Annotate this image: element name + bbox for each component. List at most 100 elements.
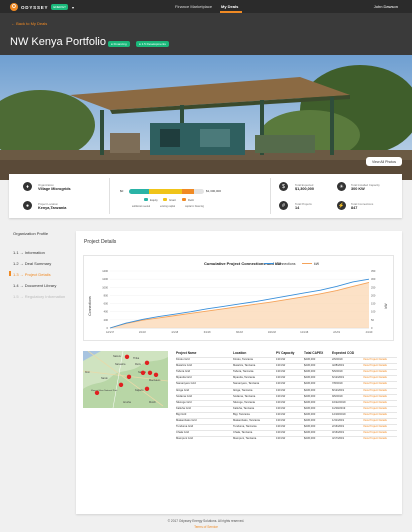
y-tick-label: 200 bbox=[104, 318, 109, 322]
logo-mark: O bbox=[10, 3, 18, 11]
sidebar-item-document-library[interactable]: 1.4 → Document Library bbox=[13, 283, 56, 288]
brand-logo[interactable]: O ODYSSEY ENERGY ▾ bbox=[10, 3, 74, 11]
table-cell: 7/8/2019 bbox=[332, 382, 343, 386]
view-project-details-link[interactable]: View Project Details bbox=[363, 358, 387, 361]
view-project-details-link[interactable]: View Project Details bbox=[363, 376, 387, 379]
view-project-details-link[interactable]: View Project Details bbox=[363, 370, 387, 373]
handshake-icon: ♦ bbox=[23, 182, 32, 191]
table-cell: Makambako Grid bbox=[176, 419, 197, 422]
y2-tick-label: 250 bbox=[371, 285, 376, 289]
sidebar-item-information[interactable]: 1.1 → Information bbox=[13, 250, 45, 255]
view-project-details-link[interactable]: View Project Details bbox=[363, 395, 387, 398]
map-label-kajiado: Kajiado bbox=[135, 389, 144, 392]
nav-my-deals[interactable]: My Deals bbox=[221, 4, 238, 9]
table-cell: 130 kW bbox=[276, 376, 286, 380]
table-cell: 10/22/2019 bbox=[332, 400, 346, 404]
table-cell: $236,000 bbox=[304, 364, 316, 368]
chevron-down-icon[interactable]: ▾ bbox=[72, 5, 74, 10]
col-expected-cod-header: Expected COD bbox=[332, 351, 355, 355]
view-project-details-link[interactable]: View Project Details bbox=[363, 389, 387, 392]
y2-axis-label: kW bbox=[384, 303, 388, 309]
table-cell: Sikonge Grid bbox=[176, 400, 192, 404]
top-navbar: O ODYSSEY ENERGY ▾ Finance Marketplace M… bbox=[0, 0, 412, 13]
x-tick-label: 6/1/18 bbox=[204, 331, 211, 334]
back-link[interactable]: ← Back to My Deals bbox=[11, 21, 47, 26]
table-cell: 3/16/2019 bbox=[332, 431, 344, 435]
table-cell: 130 kW bbox=[276, 412, 286, 416]
view-all-photos-button[interactable]: View All Photos bbox=[366, 157, 402, 166]
table-cell: $236,000 bbox=[304, 376, 316, 380]
map-label-machakos: Machakos bbox=[149, 379, 161, 382]
y2-tick-label: 200 bbox=[371, 293, 376, 297]
col-pv-capacity-header: PV Capacity bbox=[276, 351, 295, 355]
funding-segment-equity bbox=[129, 189, 150, 194]
table-cell: $236,000 bbox=[304, 425, 316, 429]
view-project-details-link[interactable]: View Project Details bbox=[363, 425, 387, 428]
table-cell: 4/28/2019 bbox=[332, 364, 344, 368]
table-cell: $236,000 bbox=[304, 412, 316, 416]
table-cell: 9/6/2019 bbox=[332, 394, 343, 398]
table-cell: Sikonge, Tanzania bbox=[233, 400, 255, 404]
nav-finance-marketplace[interactable]: Finance Marketplace bbox=[175, 4, 212, 9]
view-project-details-link[interactable]: View Project Details bbox=[363, 419, 387, 422]
y2-tick-label: 50 bbox=[371, 318, 374, 322]
map-label-maasai-mara: Maasai Mara National Park bbox=[91, 389, 118, 392]
y2-tick-label: 0 bbox=[371, 326, 373, 330]
table-cell: 130 kW bbox=[276, 382, 286, 386]
view-project-details-link[interactable]: View Project Details bbox=[363, 413, 387, 416]
table-cell: $236,000 bbox=[304, 370, 316, 374]
view-project-details-link[interactable]: View Project Details bbox=[363, 437, 387, 440]
view-project-details-link[interactable]: View Project Details bbox=[363, 364, 387, 367]
table-cell: 130 kW bbox=[276, 370, 286, 374]
table-cell: Mampuni, Tanzania bbox=[233, 437, 257, 441]
table-cell: $236,000 bbox=[304, 437, 316, 441]
table-cell: 130 kW bbox=[276, 364, 286, 368]
sidebar-item-regulatory-information: 1.5 → Regulatory Information bbox=[13, 294, 66, 299]
table-cell: $236,000 bbox=[304, 358, 316, 361]
map-label-narok: Narok bbox=[101, 377, 108, 380]
table-cell: 130 kW bbox=[276, 425, 286, 429]
divider bbox=[270, 178, 271, 214]
y-axis-label: Connections bbox=[88, 296, 92, 316]
table-cell: Tabora Grid bbox=[176, 370, 191, 374]
project-map[interactable]: Kisii Thika Ruiru Nairobi Machakos Kajia… bbox=[83, 351, 168, 408]
footer-copyright: © 2017 Odyssey Energy Solutions. All rig… bbox=[167, 519, 245, 523]
capex-value: $1,300,000 bbox=[295, 187, 315, 191]
user-menu[interactable]: John Dawson bbox=[374, 4, 398, 9]
table-cell: $236,000 bbox=[304, 382, 316, 386]
funding-bar-end: $1,300,000 bbox=[206, 189, 222, 193]
terms-of-service-link[interactable]: Terms of Service bbox=[0, 525, 412, 529]
connections-kw-chart: Cumulative Project Connections and kW Co… bbox=[88, 261, 388, 334]
y2-tick-label: 350 bbox=[371, 269, 376, 273]
view-project-details-link[interactable]: View Project Details bbox=[363, 401, 387, 404]
table-cell: 12/18/2019 bbox=[332, 412, 346, 416]
note-capital-in-financing: capital in financing bbox=[185, 206, 204, 208]
x-tick-label: 12/1/18 bbox=[300, 331, 309, 334]
col-location-header: Location bbox=[233, 351, 247, 355]
note-additional-needed: additional needed bbox=[132, 206, 151, 208]
map-label-arusha: Arusha bbox=[123, 401, 132, 404]
view-project-details-link[interactable]: View Project Details bbox=[363, 431, 387, 434]
active-item-marker bbox=[9, 271, 11, 276]
table-cell: Mampuni Grid bbox=[176, 437, 193, 441]
legend-grant: Grant bbox=[169, 198, 176, 202]
table-cell: Mwariza, Tanzania bbox=[233, 364, 256, 368]
table-cell: 130 kW bbox=[276, 419, 286, 422]
legend-equity: Equity bbox=[150, 198, 158, 202]
table-cell: $236,000 bbox=[304, 406, 316, 410]
table-cell: 130 kW bbox=[276, 388, 286, 392]
funding-progress-bar bbox=[129, 189, 204, 194]
table-cell: 1/31/2019 bbox=[332, 419, 344, 422]
y2-tick-label: 150 bbox=[371, 302, 376, 306]
sidebar-item-project-details[interactable]: 1.3 → Project Details bbox=[13, 272, 51, 277]
organization-value: Village Microgrids bbox=[38, 187, 71, 191]
funding-segment-remaining bbox=[193, 189, 204, 194]
view-project-details-link[interactable]: View Project Details bbox=[363, 407, 387, 410]
sidebar-item-deal-summary[interactable]: 1.2 → Deal Summary bbox=[13, 261, 51, 266]
table-cell: Sodama, Tanzania bbox=[233, 394, 256, 398]
table-cell: Ikinga, Tanzania bbox=[233, 388, 253, 392]
view-project-details-link[interactable]: View Project Details bbox=[363, 382, 387, 385]
table-cell: Mwariza Grid bbox=[176, 364, 192, 368]
table-cell: Chala Grid bbox=[176, 431, 189, 435]
kw-area bbox=[110, 282, 369, 328]
